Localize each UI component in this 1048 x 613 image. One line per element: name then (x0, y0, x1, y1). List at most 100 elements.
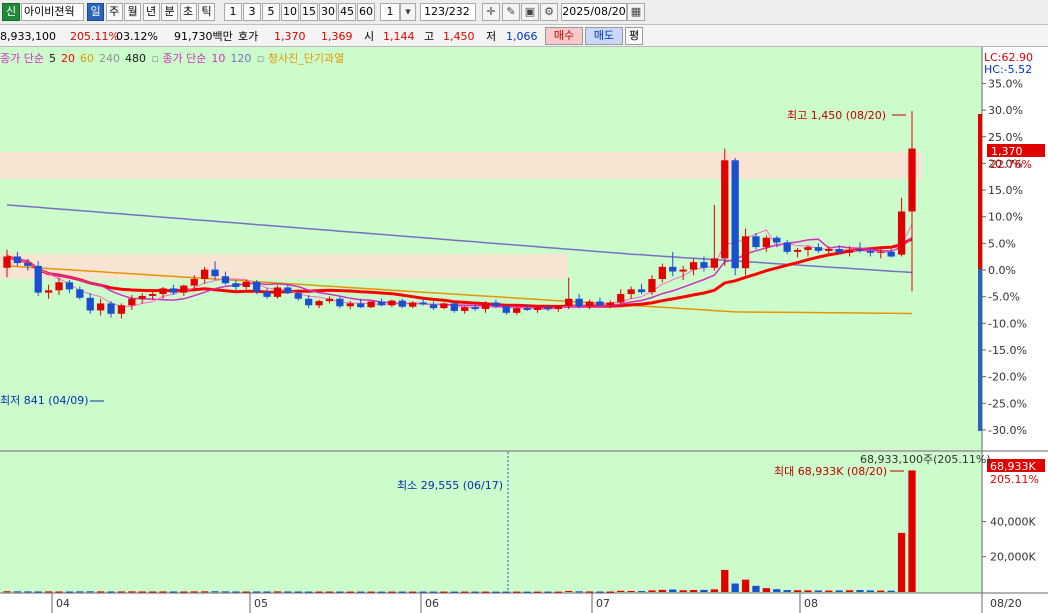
candle-body-76 (793, 249, 802, 252)
candle-body-34 (357, 303, 365, 308)
volume-bar-22 (232, 591, 240, 593)
candle-body-50 (523, 308, 531, 311)
range-total: /232 (445, 5, 470, 18)
volume-bar-43 (450, 591, 458, 593)
candle-body-75 (783, 242, 791, 252)
interval-button-30[interactable]: 30 (319, 3, 337, 21)
chevron-down-icon[interactable]: ▾ (400, 3, 416, 21)
candle-body-20 (211, 269, 219, 277)
y-tick-label-2: 25.0% (988, 131, 1023, 144)
bid-value: 1,369 (321, 30, 353, 43)
volume-bar-68 (710, 589, 718, 592)
volume-bar-45 (471, 591, 479, 593)
volume-bar-6 (65, 591, 74, 593)
range-field[interactable]: 123/232 (420, 3, 476, 21)
draw-icon[interactable]: ✎ (502, 3, 520, 21)
candle-body-4 (44, 290, 53, 293)
volume-bar-77 (804, 590, 812, 592)
tab-period-3[interactable]: 년 (142, 3, 160, 21)
high-label: 고 (424, 30, 435, 43)
stock-badge[interactable]: 신 (2, 3, 20, 21)
volume-bar-63 (658, 589, 666, 592)
volume-bar-70 (731, 583, 739, 592)
y-tick-label-1: 30.0% (988, 104, 1023, 117)
volume-bar-84 (877, 590, 885, 592)
volume-bar-30 (315, 591, 323, 593)
eval-button[interactable]: 평 (625, 27, 643, 45)
count-field[interactable]: 1 (380, 3, 400, 21)
volume-bar-53 (554, 591, 562, 593)
sell-button[interactable]: 매도 (585, 27, 623, 45)
interval-button-3[interactable]: 3 (243, 3, 261, 21)
candle-body-3 (34, 265, 42, 293)
tab-period-1[interactable]: 주 (105, 3, 123, 21)
interval-button-15[interactable]: 15 (300, 3, 318, 21)
volume-bar-69 (721, 569, 729, 592)
high-annotation: 최고 1,450 (08/20) (787, 109, 886, 122)
save-icon[interactable]: ▣ (521, 3, 539, 21)
candle-body-66 (689, 262, 698, 270)
quote-bar: 8,933,100 205.11% 03.12% 91,730백만 호가 1,3… (0, 25, 1048, 47)
x-tick-label-2: 06 (425, 597, 439, 610)
crosshair-icon[interactable]: ✛ (482, 3, 500, 21)
tab-period-6[interactable]: 틱 (198, 3, 215, 21)
x-tick-label-3: 07 (596, 597, 610, 610)
interval-button-10[interactable]: 10 (281, 3, 299, 21)
date-field[interactable]: 2025/08/20 (561, 3, 627, 21)
y-tick-label-9: -10.0% (988, 317, 1027, 330)
volume-bar-62 (648, 590, 656, 592)
buy-button[interactable]: 매수 (545, 27, 583, 45)
gear-icon[interactable]: ⚙ (540, 3, 558, 21)
candle-body-19 (201, 269, 209, 280)
volume-bar-46 (481, 591, 490, 593)
current-price-label: 1,370 (991, 145, 1023, 158)
x-tick-label-0: 04 (56, 597, 70, 610)
volume-bar-31 (325, 591, 334, 593)
y-tick-label-10: -15.0% (988, 344, 1027, 357)
candle-body-63 (658, 266, 666, 280)
calendar-icon[interactable]: ▦ (627, 3, 645, 21)
interval-button-1[interactable]: 1 (224, 3, 242, 21)
candle-body-15 (159, 288, 167, 295)
stock-name-field[interactable]: 아이비젼웍 (21, 3, 84, 21)
candle-body-6 (65, 282, 74, 290)
interval-button-45[interactable]: 45 (338, 3, 356, 21)
candle-body-24 (253, 281, 261, 292)
volume-ratio: 205.11% (70, 30, 119, 43)
tab-period-4[interactable]: 분 (161, 3, 178, 21)
volume-bar-16 (169, 591, 178, 593)
candle-body-48 (502, 306, 510, 313)
tab-period-0[interactable]: 일 (87, 3, 104, 21)
volume-bar-82 (856, 590, 864, 592)
y-tick-label-8: -5.0% (988, 291, 1020, 304)
low-annotation: 최저 841 (04/09) (0, 394, 89, 407)
volume-bar-81 (845, 590, 854, 592)
volume-bar-41 (429, 591, 438, 593)
volume-bar-60 (627, 590, 635, 592)
candle-body-73 (762, 237, 771, 248)
candle-body-61 (637, 289, 646, 293)
price-chart[interactable]: 종가 단순 5 20 60 240 480 ▫ 종가 단순 10 120 ▫ 청사진_단기과열… (0, 47, 1048, 613)
volume-bar-58 (606, 591, 614, 593)
candle-body-32 (336, 298, 344, 307)
candle-body-28 (294, 293, 302, 299)
interval-button-60[interactable]: 60 (357, 3, 375, 21)
candle-body-62 (648, 279, 656, 293)
tab-period-2[interactable]: 월 (124, 3, 141, 21)
legend-ma-20: 20 (61, 52, 75, 65)
resistance-band-lower (0, 254, 568, 279)
candle-body-41 (429, 304, 438, 309)
turnover-rate: 03.12% (116, 30, 158, 43)
volume-bar-55 (575, 591, 583, 593)
tab-period-5[interactable]: 초 (179, 3, 197, 21)
volume-bar-8 (86, 591, 94, 593)
volume-bar-44 (461, 591, 469, 593)
candle-body-5 (55, 282, 63, 291)
range-value: 123 (424, 5, 445, 18)
volume-bar-74 (773, 589, 781, 592)
candle-body-30 (315, 301, 323, 306)
candle-body-53 (554, 306, 562, 310)
volume-bar-19 (201, 591, 209, 593)
volume-bar-21 (221, 591, 230, 593)
interval-button-5[interactable]: 5 (262, 3, 280, 21)
